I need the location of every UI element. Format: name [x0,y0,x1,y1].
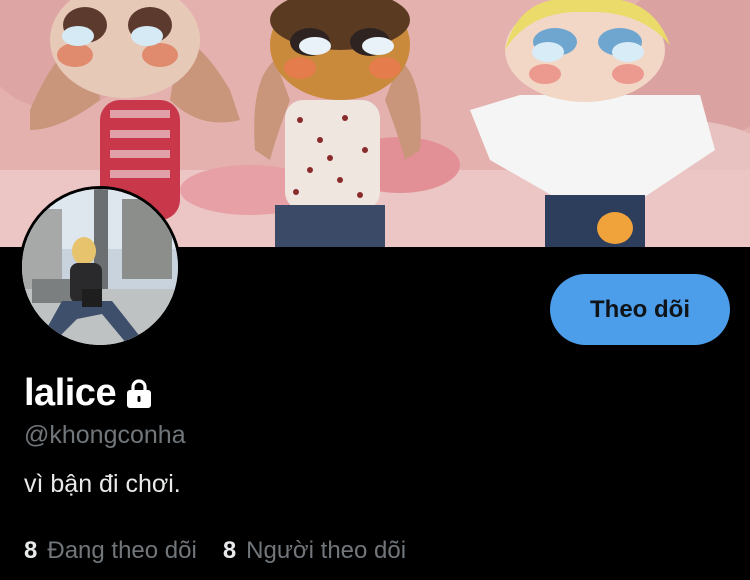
followers-label: Người theo dõi [246,537,407,564]
following-label: Đang theo dõi [47,537,197,564]
followers-stat[interactable]: 8 Người theo dõi [223,535,406,567]
profile-handle: @khongconha [24,421,186,449]
profile-stats: 8 Đang theo dõi 8 Người theo dõi [24,535,406,567]
lock-icon [122,377,156,411]
follow-button[interactable]: Theo dõi [550,274,730,345]
followers-count: 8 [222,537,237,564]
profile-bio: vì bận đi chơi. [24,470,181,498]
following-stat[interactable]: 8 Đang theo dõi [24,535,197,567]
following-count: 8 [24,537,38,564]
profile-avatar[interactable] [19,186,181,348]
display-name: lalice [24,372,117,414]
profile-name-row: lalice [24,372,156,414]
